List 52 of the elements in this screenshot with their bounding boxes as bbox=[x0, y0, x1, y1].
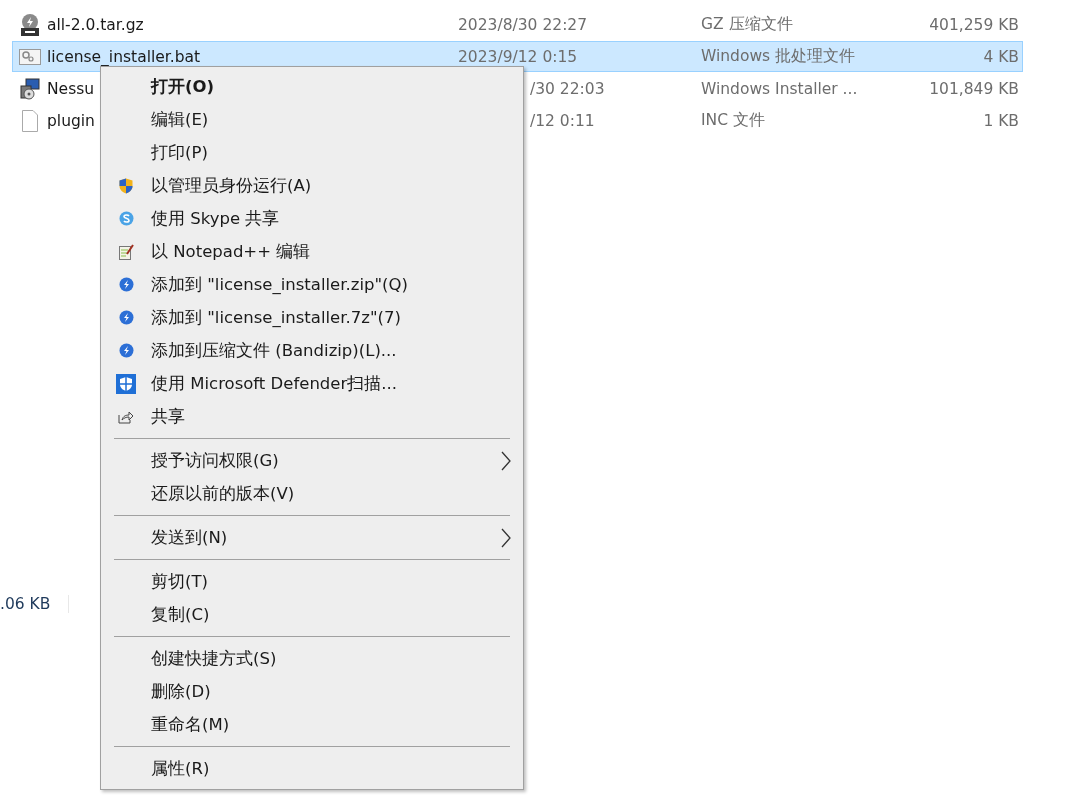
file-size: 101,849 KB bbox=[929, 79, 1019, 98]
defender-shield-icon bbox=[116, 373, 136, 394]
file-row[interactable]: license_installer.bat 2023/9/12 0:15 Windows 批处理文件 4 KB bbox=[12, 41, 1023, 72]
shield-icon bbox=[119, 177, 133, 194]
gear-window-icon bbox=[19, 48, 41, 65]
notepad-icon bbox=[118, 243, 134, 260]
menu-item[interactable]: 使用 Microsoft Defender扫描... bbox=[101, 367, 523, 400]
bandizip-icon bbox=[118, 343, 134, 358]
menu-item[interactable]: 以管理员身份运行(A) bbox=[101, 169, 523, 202]
menu-item[interactable]: 打印(P) bbox=[101, 136, 523, 169]
file-date: /30 22:03 bbox=[530, 79, 605, 98]
menu-item[interactable]: 剪切(T) bbox=[101, 565, 523, 598]
file-size: 4 KB bbox=[983, 47, 1019, 66]
file-size: 401,259 KB bbox=[929, 15, 1019, 34]
file-name: plugin bbox=[47, 111, 95, 130]
chevron-right-icon bbox=[501, 527, 511, 548]
menu-item[interactable]: 复制(C) bbox=[101, 598, 523, 631]
file-date: 2023/8/30 22:27 bbox=[458, 15, 588, 34]
file-icon bbox=[22, 109, 38, 132]
menu-item[interactable]: 添加到 "license_installer.7z"(7) bbox=[101, 301, 523, 334]
menu-item[interactable]: 以 Notepad++ 编辑 bbox=[101, 235, 523, 268]
menu-item[interactable]: 添加到 "license_installer.zip"(Q) bbox=[101, 268, 523, 301]
file-type: Windows 批处理文件 bbox=[701, 47, 856, 65]
installer-icon bbox=[19, 77, 41, 100]
menu-item[interactable]: 打开(O) bbox=[101, 70, 523, 103]
chevron-right-icon bbox=[501, 450, 511, 471]
menu-item[interactable]: 重命名(M) bbox=[101, 708, 523, 741]
bandizip-icon bbox=[118, 277, 134, 292]
menu-item[interactable]: 授予访问权限(G) bbox=[101, 444, 523, 477]
file-type: GZ 压缩文件 bbox=[701, 15, 793, 33]
file-name: all-2.0.tar.gz bbox=[47, 15, 144, 34]
menu-item[interactable]: 还原以前的版本(V) bbox=[101, 477, 523, 510]
bandizip-icon bbox=[118, 310, 134, 325]
file-type: INC 文件 bbox=[701, 111, 765, 129]
selection-size: .06 KB bbox=[0, 595, 51, 613]
file-name: Nessu bbox=[47, 79, 95, 98]
file-date: 2023/9/12 0:15 bbox=[458, 47, 578, 66]
menu-item[interactable]: 创建快捷方式(S) bbox=[101, 642, 523, 675]
menu-item[interactable]: 编辑(E) bbox=[101, 103, 523, 136]
file-type: Windows Installer ... bbox=[701, 79, 858, 98]
menu-item[interactable]: 添加到压缩文件 (Bandizip)(L)... bbox=[101, 334, 523, 367]
menu-item[interactable]: 使用 Skype 共享 bbox=[101, 202, 523, 235]
menu-item[interactable]: 共享 bbox=[101, 400, 523, 433]
menu-item[interactable]: 发送到(N) bbox=[101, 521, 523, 554]
file-date: /12 0:11 bbox=[530, 111, 595, 130]
menu-item[interactable]: 删除(D) bbox=[101, 675, 523, 708]
file-name: license_installer.bat bbox=[47, 47, 201, 66]
skype-icon bbox=[118, 211, 134, 226]
share-icon bbox=[118, 409, 134, 424]
menu-item[interactable]: 属性(R) bbox=[101, 752, 523, 785]
file-size: 1 KB bbox=[983, 111, 1019, 130]
archive-icon bbox=[20, 13, 40, 36]
